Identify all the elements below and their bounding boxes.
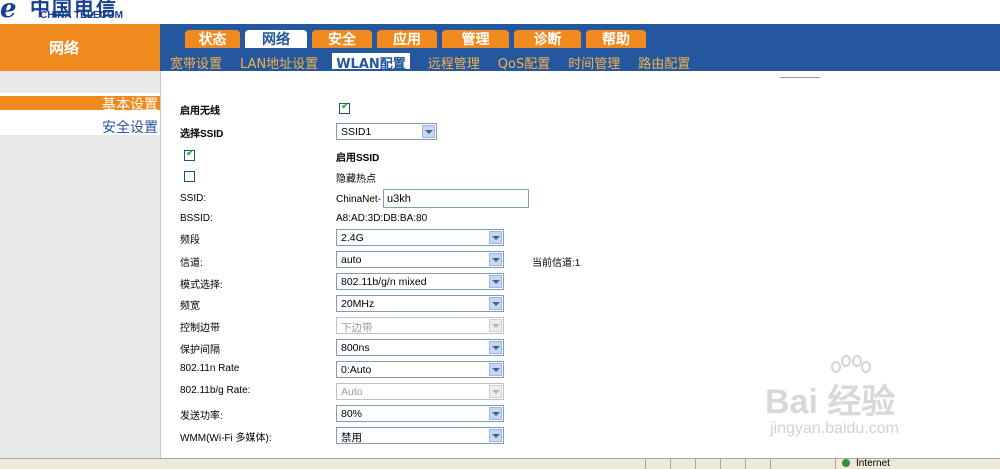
mode-label: 模式选择: <box>180 280 223 291</box>
band-dropdown[interactable]: 2.4G <box>336 229 504 246</box>
tx-power-label: 发送功率: <box>180 411 223 422</box>
bssid-label: BSSID: <box>180 213 213 224</box>
chevron-down-icon <box>489 407 502 420</box>
mode-value: 802.11b/g/n mixed <box>341 276 427 288</box>
channel-dropdown[interactable]: auto <box>336 251 504 268</box>
wmm-dropdown[interactable]: 禁用 <box>336 427 504 444</box>
subtab-wlan[interactable]: WLAN配置 <box>332 53 410 72</box>
section-header: 网络 <box>0 24 160 71</box>
browser-status-bar: Internet <box>0 458 1000 469</box>
chevron-down-icon <box>489 231 502 244</box>
guard-interval-label: 保护间隔 <box>180 345 220 356</box>
logo-name-en: CHINA TELECOM <box>40 10 123 21</box>
channel-value: auto <box>341 254 362 266</box>
band-value: 2.4G <box>341 232 364 244</box>
bandwidth-value: 20MHz <box>341 298 375 310</box>
sideband-value: 下边带 <box>341 322 373 334</box>
logo-mark: e <box>0 0 17 24</box>
wmm-value: 禁用 <box>341 432 362 444</box>
watermark-url: jingyan.baidu.com <box>770 420 899 437</box>
bg-rate-value: Auto <box>341 386 363 398</box>
mode-dropdown[interactable]: 802.11b/g/n mixed <box>336 273 504 290</box>
tab-help[interactable]: 帮助 <box>586 30 646 48</box>
band-label: 频段 <box>180 235 200 246</box>
sidebar-item-security[interactable]: 安全设置 <box>0 115 160 136</box>
sub-tabs: 宽带设置 LAN地址设置 WLAN配置 远程管理 QoS配置 时间管理 路由配置 <box>170 53 708 72</box>
wmm-label: WMM(Wi-Fi 多媒体): <box>180 433 272 444</box>
select-ssid-label: 选择SSID <box>180 129 224 140</box>
tab-network[interactable]: 网络 <box>245 30 307 48</box>
watermark-brand: Bai 经验 <box>765 383 896 421</box>
enable-ssid-checkbox[interactable] <box>184 148 195 161</box>
ssid-prefix: ChinaNet- <box>336 194 382 205</box>
chevron-down-icon <box>422 125 435 138</box>
enable-ssid-label: 启用SSID <box>336 153 380 164</box>
sidebar-item-basic-label: 基本设置 <box>102 97 158 113</box>
bg-rate-dropdown[interactable]: Auto <box>336 383 504 400</box>
chevron-down-icon <box>489 253 502 266</box>
subtab-time[interactable]: 时间管理 <box>568 53 620 72</box>
tab-management[interactable]: 管理 <box>442 30 509 48</box>
enable-wireless-label: 启用无线 <box>180 106 220 117</box>
subtab-broadband[interactable]: 宽带设置 <box>170 53 222 72</box>
enable-wireless-checkbox[interactable] <box>339 101 350 114</box>
header <box>0 0 1000 24</box>
ssid-label: SSID: <box>180 193 207 204</box>
tx-power-dropdown[interactable]: 80% <box>336 405 504 422</box>
bg-rate-label: 802.11b/g Rate: <box>180 385 251 396</box>
chevron-down-icon <box>489 341 502 354</box>
bssid-value: A8:AD:3D:DB:BA:80 <box>336 213 428 224</box>
sidebar-item-security-label: 安全设置 <box>102 120 158 136</box>
hide-ap-label: 隐藏热点 <box>336 174 376 185</box>
tab-apps[interactable]: 应用 <box>377 30 437 48</box>
tab-diagnostics[interactable]: 诊断 <box>514 30 581 48</box>
sidebar-divider <box>160 71 161 458</box>
sidebar-top-strip <box>0 71 160 93</box>
chevron-down-icon <box>489 275 502 288</box>
guard-interval-value: 800ns <box>341 342 370 354</box>
security-zone: Internet <box>842 458 890 469</box>
globe-icon <box>842 459 850 467</box>
subtab-lan[interactable]: LAN地址设置 <box>240 53 318 72</box>
chevron-down-icon <box>489 429 502 442</box>
channel-label: 信道: <box>180 258 203 269</box>
tab-status[interactable]: 状态 <box>185 30 240 48</box>
n-rate-value: 0:Auto <box>341 364 372 376</box>
n-rate-dropdown[interactable]: 0:Auto <box>336 361 504 378</box>
chevron-down-icon <box>489 385 502 398</box>
security-zone-text: Internet <box>856 458 890 469</box>
sidebar-background <box>0 135 160 458</box>
sideband-dropdown[interactable]: 下边带 <box>336 317 504 334</box>
subtab-qos[interactable]: QoS配置 <box>498 53 550 72</box>
subtab-routing[interactable]: 路由配置 <box>638 53 690 72</box>
main-tabs: 状态 网络 安全 应用 管理 诊断 帮助 <box>185 30 646 48</box>
chevron-down-icon <box>489 363 502 376</box>
current-channel-text: 当前信道:1 <box>532 258 581 269</box>
bandwidth-label: 频宽 <box>180 301 200 312</box>
bandwidth-dropdown[interactable]: 20MHz <box>336 295 504 312</box>
n-rate-label: 802.11n Rate <box>180 363 240 374</box>
sidebar-item-basic[interactable]: 基本设置 <box>0 96 160 113</box>
sideband-label: 控制边带 <box>180 323 220 334</box>
tx-power-value: 80% <box>341 408 363 420</box>
select-ssid-value: SSID1 <box>341 126 372 138</box>
guard-interval-dropdown[interactable]: 800ns <box>336 339 504 356</box>
hide-ap-checkbox[interactable] <box>184 171 195 182</box>
content-top-rule <box>780 77 820 78</box>
chevron-down-icon <box>489 297 502 310</box>
select-ssid-dropdown[interactable]: SSID1 <box>336 123 437 140</box>
section-title: 网络 <box>48 39 79 57</box>
ssid-input[interactable] <box>383 189 529 208</box>
tab-security[interactable]: 安全 <box>312 30 372 48</box>
chevron-down-icon <box>489 319 502 332</box>
subtab-remote[interactable]: 远程管理 <box>428 53 480 72</box>
